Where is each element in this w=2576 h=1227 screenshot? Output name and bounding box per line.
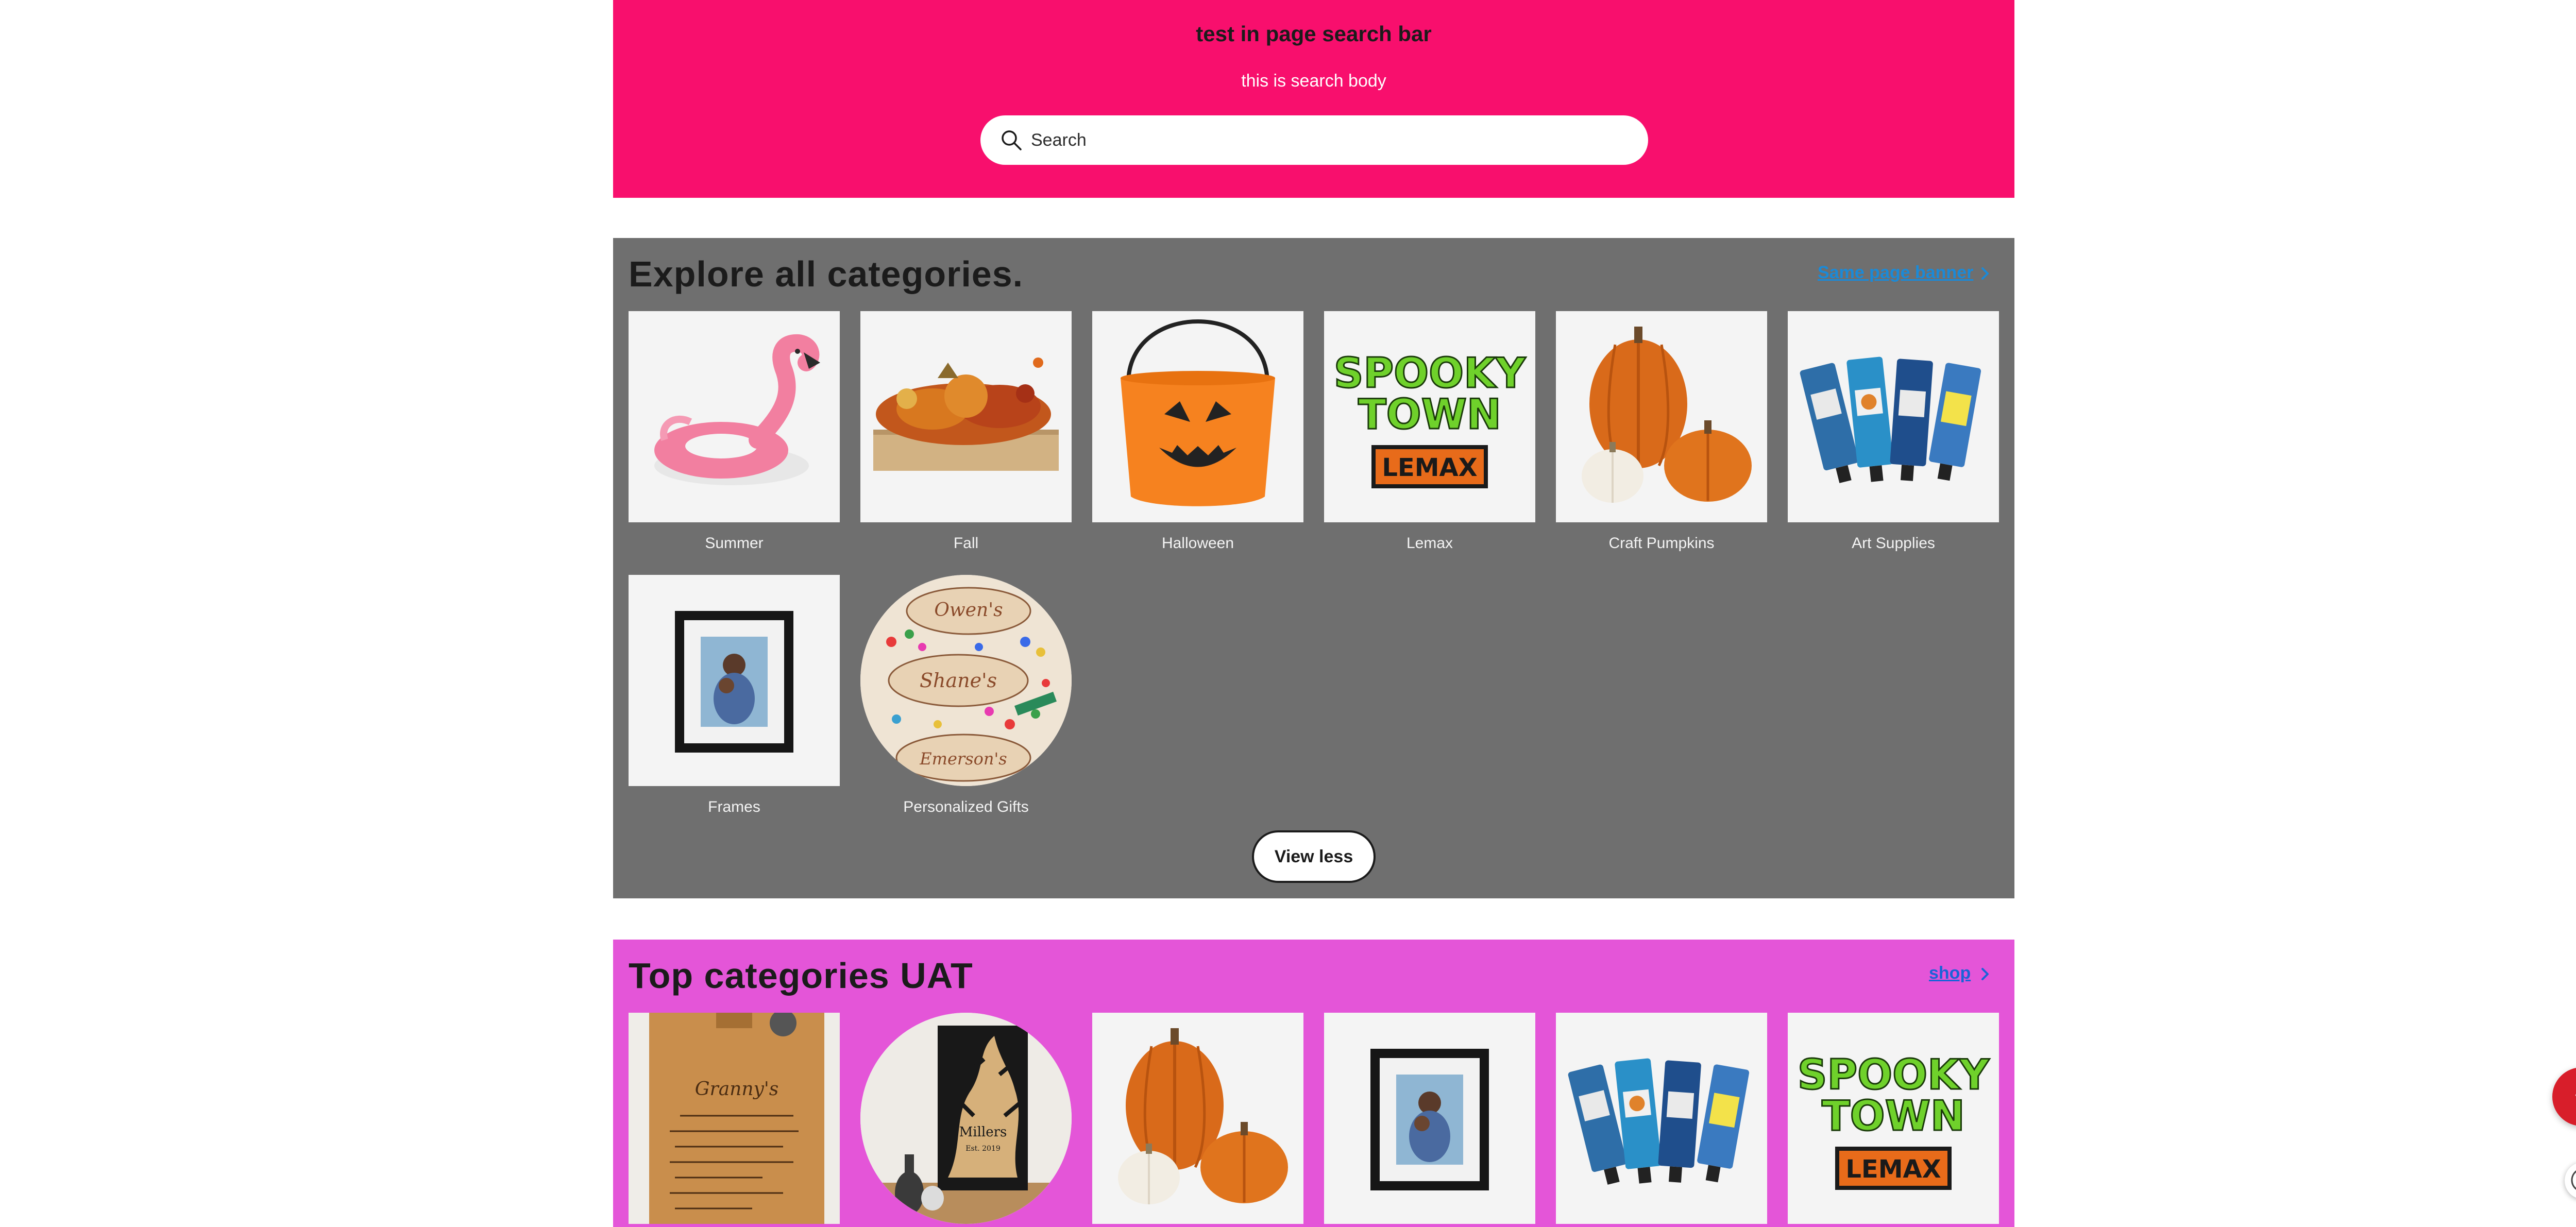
plaque-name-text: Shane's xyxy=(920,669,997,692)
category-tile-summer[interactable] xyxy=(629,311,840,522)
paint-tubes-image xyxy=(1788,311,1999,522)
fall-arrangement-image xyxy=(860,311,1072,522)
craft-pumpkins-image xyxy=(1092,1013,1303,1224)
top-categories-section: Top categories UAT shop Granny's Millers… xyxy=(613,940,2014,1227)
cutting-board-image: Granny's xyxy=(629,1013,840,1224)
category-tile-fall[interactable] xyxy=(860,311,1072,522)
shop-link[interactable]: shop xyxy=(1929,963,1971,983)
section-title: Top categories UAT xyxy=(629,956,973,996)
category-label: Frames xyxy=(708,798,760,815)
explore-categories-section: Explore all categories. Same page banner… xyxy=(613,238,2014,898)
plaque-name-text: Emerson's xyxy=(919,749,1007,769)
category-label: Halloween xyxy=(1161,535,1234,552)
search-icon xyxy=(1002,130,1022,150)
chevron-right-icon xyxy=(1981,968,1989,980)
accessibility-button[interactable] xyxy=(2565,1162,2576,1199)
category-label: Art Supplies xyxy=(1852,535,1935,552)
category-tile-halloween[interactable] xyxy=(1092,311,1303,522)
category-tile-lemax[interactable]: SPOOKY TOWN LEMAX xyxy=(1324,311,1535,522)
search-box[interactable] xyxy=(980,115,1648,165)
lemax-text: LEMAX xyxy=(1382,453,1477,482)
top-category-tile-art-supplies[interactable] xyxy=(1556,1013,1767,1224)
top-category-tile-frames[interactable] xyxy=(1324,1013,1535,1224)
search-banner-title: test in page search bar xyxy=(1196,22,1432,46)
engraved-name-text: Granny's xyxy=(695,1079,779,1100)
top-category-tile-lemax[interactable]: SPOOKY TOWN LEMAX xyxy=(1788,1013,1999,1224)
sign-name-text: Millers xyxy=(959,1124,1007,1140)
town-text: TOWN xyxy=(1358,390,1501,438)
category-label: Craft Pumpkins xyxy=(1608,535,1715,552)
lemax-logo-image: SPOOKY TOWN LEMAX xyxy=(1324,311,1535,522)
personalized-plaques-image: Owen's Shane's Emerson's xyxy=(860,575,1072,786)
arrow-up-icon xyxy=(2575,1094,2576,1096)
paint-tubes-image xyxy=(1556,1013,1767,1224)
chevron-right-icon xyxy=(1981,267,1989,280)
category-tile-craft-pumpkins[interactable] xyxy=(1556,311,1767,522)
section-title: Explore all categories. xyxy=(629,254,1024,294)
lemax-logo-image: SPOOKY TOWN LEMAX xyxy=(1788,1013,1999,1224)
category-tile-personalized-gifts[interactable]: Owen's Shane's Emerson's xyxy=(860,575,1072,786)
pumpkin-bucket-image xyxy=(1092,311,1303,522)
category-tile-art-supplies[interactable] xyxy=(1788,311,1999,522)
category-tile-frames[interactable] xyxy=(629,575,840,786)
accessibility-icon xyxy=(2571,1170,2576,1190)
photo-frame-image xyxy=(1324,1013,1535,1224)
search-banner-body: this is search body xyxy=(1241,71,1386,91)
back-to-top-button[interactable] xyxy=(2552,1067,2576,1126)
top-category-tile-cutting-board[interactable]: Granny's xyxy=(629,1013,840,1224)
town-text: TOWN xyxy=(1822,1092,1965,1140)
flamingo-float-image xyxy=(629,311,840,522)
view-less-button[interactable]: View less xyxy=(1252,830,1376,883)
top-category-tile-craft-pumpkins[interactable] xyxy=(1092,1013,1303,1224)
craft-pumpkins-image xyxy=(1556,311,1767,522)
category-label: Summer xyxy=(705,535,764,552)
plaque-name-text: Owen's xyxy=(934,600,1003,621)
top-category-tile-family-sign[interactable]: Millers Est. 2019 xyxy=(860,1013,1072,1224)
search-banner: test in page search bar this is search b… xyxy=(613,0,2014,198)
category-label: Lemax xyxy=(1406,535,1453,552)
category-label: Fall xyxy=(953,535,979,552)
lemax-text: LEMAX xyxy=(1845,1155,1941,1184)
family-tree-sign-image: Millers Est. 2019 xyxy=(860,1013,1072,1224)
sign-est-text: Est. 2019 xyxy=(965,1145,1001,1153)
same-page-banner-link[interactable]: Same page banner xyxy=(1818,263,1973,283)
photo-frame-image xyxy=(629,575,840,786)
category-label: Personalized Gifts xyxy=(903,798,1029,815)
search-input[interactable] xyxy=(1030,125,1622,156)
